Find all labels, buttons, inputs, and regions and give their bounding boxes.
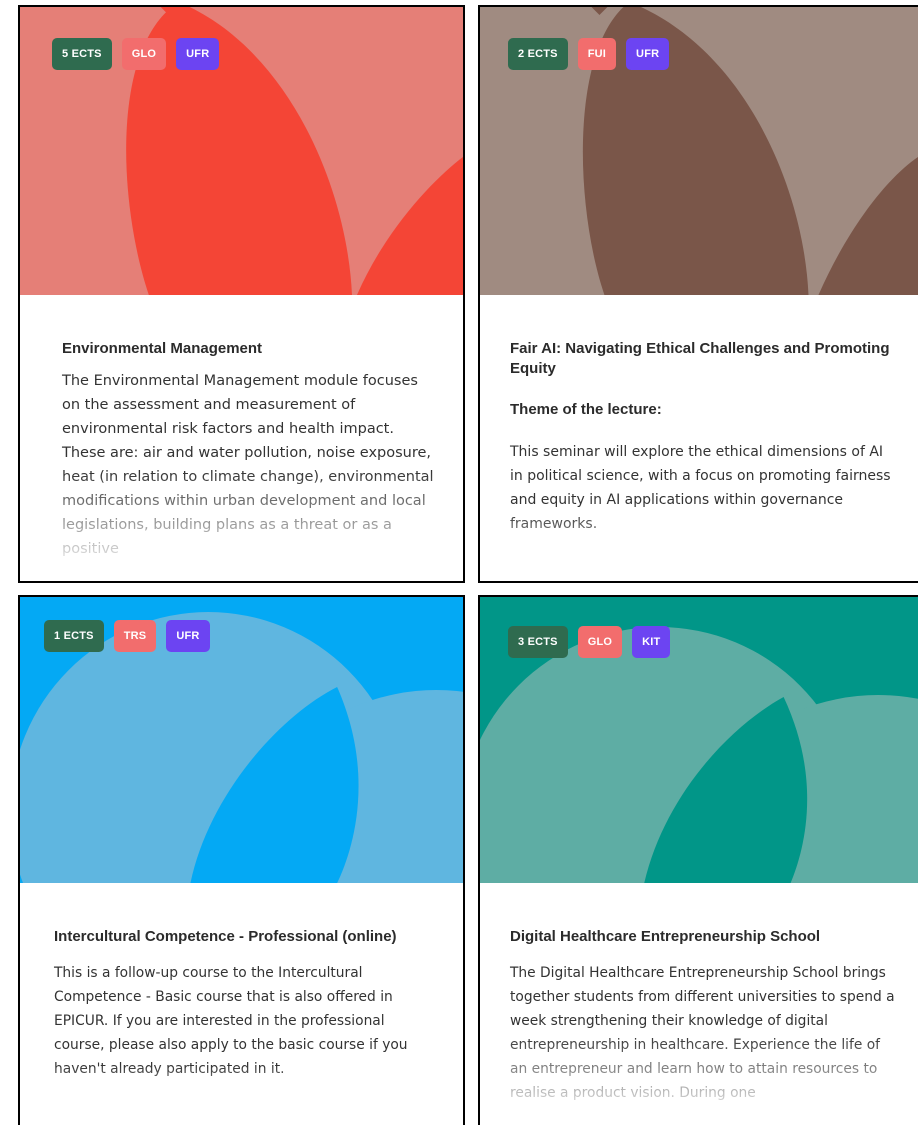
institution-badge: GLO: [577, 626, 623, 658]
course-card-intercultural-competence[interactable]: 1 ECTS TRS UFR Intercultural Competence …: [18, 595, 465, 1125]
card-hero-image: 5 ECTS GLO UFR: [20, 7, 463, 295]
card-hero-image: 1 ECTS TRS UFR: [20, 597, 463, 883]
course-description: The Environmental Management module focu…: [62, 373, 434, 557]
course-title[interactable]: Environmental Management: [62, 339, 435, 359]
institution-badge: UFR: [166, 620, 210, 652]
institution-badge: UFR: [626, 38, 670, 70]
ects-badge: 5 ECTS: [52, 38, 112, 70]
course-title[interactable]: Intercultural Competence - Professional …: [54, 927, 439, 947]
course-description: The Digital Healthcare Entrepreneurship …: [510, 965, 895, 1101]
institution-badge: TRS: [113, 620, 157, 652]
institution-badge: KIT: [632, 626, 671, 658]
course-description: This seminar will explore the ethical di…: [510, 444, 891, 532]
ects-badge: 1 ECTS: [44, 620, 104, 652]
institution-badge: UFR: [176, 38, 220, 70]
institution-badge: FUI: [577, 38, 617, 70]
institution-badge: GLO: [121, 38, 167, 70]
course-description: This is a follow-up course to the Interc…: [54, 965, 408, 1077]
course-title[interactable]: Digital Healthcare Entrepreneurship Scho…: [510, 927, 900, 947]
card-hero-image: 2 ECTS FUI UFR: [480, 7, 918, 295]
course-card-environmental-management[interactable]: 5 ECTS GLO UFR Environmental Management …: [18, 5, 465, 583]
course-title[interactable]: Fair AI: Navigating Ethical Challenges a…: [510, 339, 894, 379]
course-card-digital-healthcare[interactable]: 3 ECTS GLO KIT Digital Healthcare Entrep…: [478, 595, 918, 1125]
ects-badge: 2 ECTS: [508, 38, 568, 70]
course-card-fair-ai[interactable]: 2 ECTS FUI UFR Fair AI: Navigating Ethic…: [478, 5, 918, 583]
card-hero-image: 3 ECTS GLO KIT: [480, 597, 918, 883]
course-subtitle: Theme of the lecture:: [510, 401, 662, 418]
ects-badge: 3 ECTS: [508, 626, 568, 658]
